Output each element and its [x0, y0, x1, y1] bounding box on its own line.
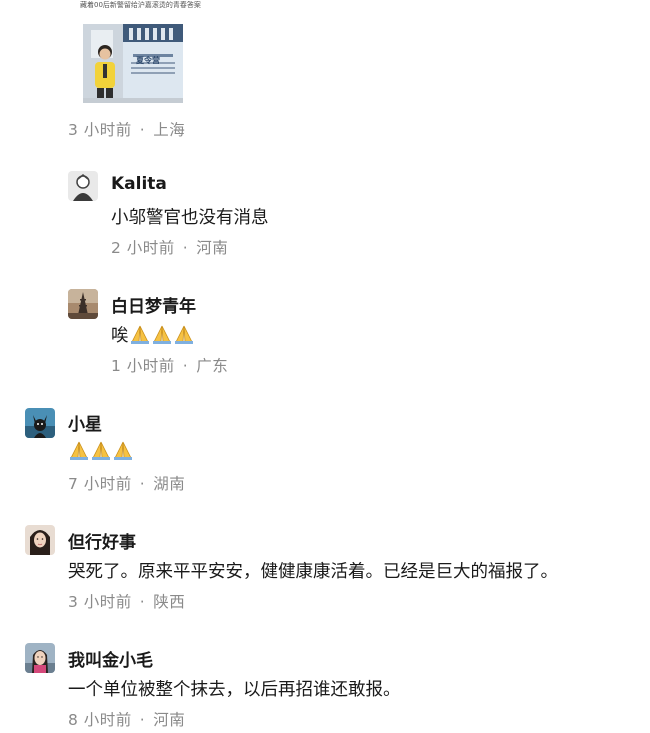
comment-username[interactable]: 小星	[68, 410, 102, 435]
avatar[interactable]	[25, 643, 55, 673]
comment-username[interactable]: 但行好事	[68, 528, 136, 553]
separator-dot: ·	[139, 121, 146, 139]
separator-dot: ·	[139, 593, 146, 611]
comment-location: 河南	[153, 711, 186, 729]
comment-text: 哭死了。原来平平安安，健健康康活着。已经是巨大的福报了。	[68, 562, 558, 582]
comment-meta: 1 小时前 · 广东	[111, 354, 228, 376]
separator-dot: ·	[139, 475, 146, 493]
comment-meta: 7 小时前 · 湖南	[68, 472, 185, 494]
folded-hands-icon	[129, 324, 151, 349]
separator-dot: ·	[182, 357, 189, 375]
comment-text: 唉	[111, 322, 195, 349]
separator-dot: ·	[139, 711, 146, 729]
folded-hands-icon	[68, 440, 90, 465]
comment-username[interactable]: Kalita	[111, 174, 167, 194]
comment-time: 1 小时前	[111, 357, 175, 375]
comment-username[interactable]: 白日梦青年	[111, 292, 196, 317]
comment-username[interactable]: 我叫金小毛	[68, 646, 153, 671]
comment-text-label: 唉	[111, 326, 129, 346]
comment-text	[68, 440, 134, 465]
comment-meta: 8 小时前 · 河南	[68, 708, 185, 730]
folded-hands-icon	[151, 324, 173, 349]
avatar[interactable]	[25, 408, 55, 438]
comment-time: 2 小时前	[111, 239, 175, 257]
post-meta: 3 小时前 · 上海	[68, 118, 185, 140]
comment-text: 一个单位被整个抹去，以后再招谁还敢报。	[68, 680, 401, 700]
separator-dot: ·	[182, 239, 189, 257]
post-image-text: 夏令营	[136, 56, 160, 65]
comment-time: 8 小时前	[68, 711, 132, 729]
post-caption: 藏着00后新警留给沪嘉滚烫的青春答案	[80, 1, 201, 9]
post-location: 上海	[153, 121, 186, 139]
comment-location: 陕西	[153, 593, 186, 611]
comment-meta: 2 小时前 · 河南	[111, 236, 228, 258]
comment-text: 小邬警官也没有消息	[111, 208, 269, 228]
folded-hands-icon	[90, 440, 112, 465]
post-time: 3 小时前	[68, 121, 132, 139]
post-preview-image[interactable]	[83, 24, 183, 103]
avatar[interactable]	[68, 171, 98, 201]
folded-hands-icon	[112, 440, 134, 465]
avatar[interactable]	[25, 525, 55, 555]
avatar[interactable]	[68, 289, 98, 319]
folded-hands-icon	[173, 324, 195, 349]
comment-location: 广东	[196, 357, 229, 375]
comment-meta: 3 小时前 · 陕西	[68, 590, 185, 612]
comment-time: 7 小时前	[68, 475, 132, 493]
comment-time: 3 小时前	[68, 593, 132, 611]
comment-location: 湖南	[153, 475, 186, 493]
comment-location: 河南	[196, 239, 229, 257]
